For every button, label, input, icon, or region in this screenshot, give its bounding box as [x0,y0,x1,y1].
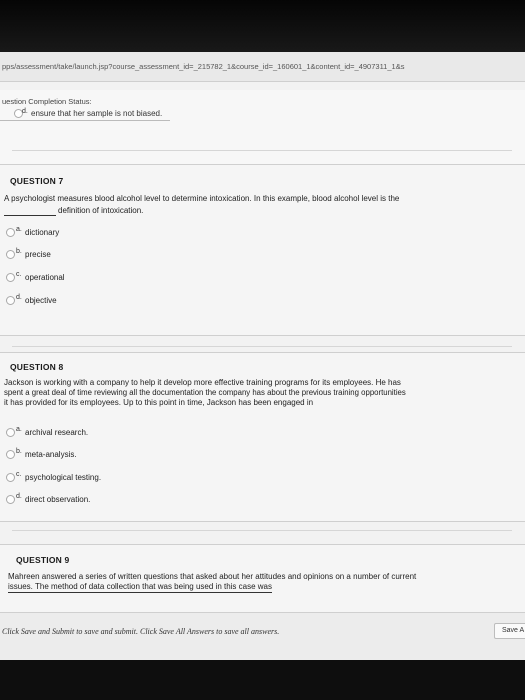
divider [12,346,512,347]
question-9-text: Mahreen answered a series of written que… [8,572,417,581]
radio-button[interactable] [6,273,15,282]
radio-button[interactable] [6,250,15,259]
option-label: ensure that her sample is not biased. [31,109,163,118]
question-8-title: QUESTION 8 [10,362,64,372]
question-7-option-a[interactable]: a. dictionary [6,226,166,240]
browser-screen: pps/assessment/take/launch.jsp?course_as… [0,52,525,660]
option-label: archival research. [25,428,89,437]
completion-status-label: uestion Completion Status: [2,97,92,106]
url-text[interactable]: pps/assessment/take/launch.jsp?course_as… [2,62,404,71]
option-label: dictionary [25,228,60,237]
radio-button[interactable] [6,428,15,437]
submit-bar: Click Save and Submit to save and submit… [0,612,525,660]
save-all-answers-button[interactable]: Save A [494,623,525,639]
radio-button[interactable] [6,450,15,459]
question-9-title: QUESTION 9 [16,555,70,565]
radio-button[interactable] [6,296,15,305]
previous-question-answer[interactable]: d. ensure that her sample is not biased. [0,108,170,121]
option-letter: c. [16,271,22,278]
option-letter: b. [16,448,22,455]
option-letter: a. [16,226,22,233]
divider [12,530,512,531]
option-letter: d. [16,493,22,500]
question-8-text: Jackson is working with a company to hel… [4,378,401,387]
question-7-text-cont: definition of intoxication. [58,206,144,215]
question-7-text: A psychologist measures blood alcohol le… [4,194,400,203]
question-9-text-line2: issues. The method of data collection th… [8,582,273,593]
option-label: precise [25,250,51,259]
option-label: psychological testing. [25,473,102,482]
question-7-option-b[interactable]: b. precise [6,248,166,262]
radio-button[interactable] [6,473,15,482]
question-9-card: QUESTION 9 Mahreen answered a series of … [0,544,525,612]
answer-blank [4,215,56,216]
radio-button[interactable] [6,495,15,504]
question-7-option-d[interactable]: d. objective [6,294,166,308]
question-8-option-a[interactable]: a. archival research. [6,426,166,440]
question-8-text-line2: spent a great deal of time reviewing all… [4,388,406,397]
option-letter: b. [16,248,22,255]
question-8-option-b[interactable]: b. meta-analysis. [6,448,166,462]
submit-instructions: Click Save and Submit to save and submit… [2,627,280,636]
top-dark-border [0,0,525,56]
option-label: operational [25,273,65,282]
question-8-option-d[interactable]: d. direct observation. [6,493,166,507]
question-8-option-c[interactable]: c. psychological testing. [6,471,166,485]
address-bar[interactable]: pps/assessment/take/launch.jsp?course_as… [0,52,525,82]
question-7-option-c[interactable]: c. operational [6,271,166,285]
option-label: objective [25,296,57,305]
radio-button[interactable] [6,228,15,237]
option-letter: d. [22,108,28,115]
option-letter: a. [16,426,22,433]
question-8-card: QUESTION 8 Jackson is working with a com… [0,352,525,522]
divider [12,150,512,151]
option-label: direct observation. [25,495,91,504]
option-letter: d. [16,294,22,301]
question-8-text-line3: it has provided for its employees. Up to… [4,398,314,407]
question-7-card: QUESTION 7 A psychologist measures blood… [0,164,525,336]
question-7-title: QUESTION 7 [10,176,64,186]
option-label: meta-analysis. [25,450,77,459]
option-letter: c. [16,471,22,478]
